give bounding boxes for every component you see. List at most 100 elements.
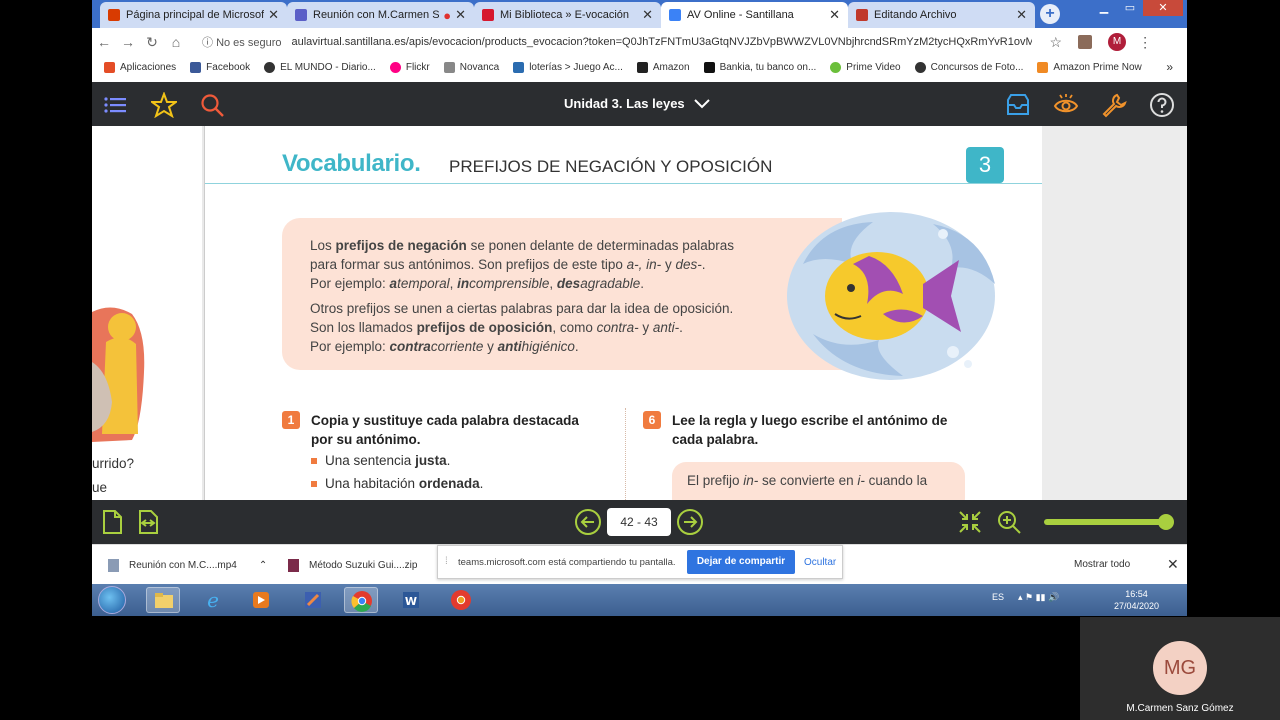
download-item[interactable]: Método Suzuki Gui....zip — [288, 559, 417, 572]
stop-sharing-button[interactable]: Dejar de compartir — [687, 550, 795, 574]
double-page-icon[interactable] — [137, 509, 159, 535]
windows-taskbar: e W ES ▴ ⚑ ▮▮ 🔊 16:54 27/04/2020 — [92, 584, 1187, 616]
tab-teams-meeting[interactable]: Reunión con M.Carmen San ● ✕ — [287, 2, 474, 28]
explorer-button[interactable] — [146, 587, 180, 613]
bookmark-label: Prime Video — [846, 61, 901, 73]
back-icon[interactable]: ← — [92, 34, 116, 50]
bookmark-novanca[interactable]: Novanca — [443, 61, 500, 73]
bookmark-label: Novanca — [459, 61, 500, 73]
zoom-in-icon[interactable] — [996, 509, 1022, 535]
exercise-item: Una sentencia justa. — [311, 453, 450, 468]
bookmark-loterias[interactable]: loterías > Juego Ac... — [513, 61, 623, 73]
start-button[interactable] — [98, 586, 126, 614]
zip-file-icon — [288, 559, 299, 572]
chevron-up-icon[interactable]: ⌃ — [259, 560, 267, 571]
menu-icon[interactable] — [102, 92, 128, 118]
close-icon[interactable]: ✕ — [642, 7, 653, 23]
drag-handle-icon[interactable]: ⁞ — [445, 556, 448, 567]
bookmark-facebook[interactable]: Facebook — [190, 61, 250, 73]
media-player-button[interactable] — [244, 587, 278, 613]
bookmark-star-icon[interactable]: ☆ — [1050, 34, 1063, 51]
extension-icon[interactable] — [1078, 35, 1093, 49]
security-indicator[interactable]: ⓘ No es seguro — [202, 34, 282, 50]
tab-biblioteca[interactable]: Mi Biblioteca » E-vocación ✕ — [474, 2, 661, 28]
bookmark-flickr[interactable]: Flickr — [389, 61, 430, 73]
svg-text:W: W — [405, 595, 417, 608]
help-icon[interactable] — [1149, 92, 1175, 118]
tab-santillana[interactable]: AV Online - Santillana ✕ — [661, 2, 848, 28]
bankia-icon — [703, 61, 715, 73]
wrench-icon[interactable] — [1101, 92, 1127, 118]
show-all-button[interactable]: Mostrar todo — [1074, 559, 1130, 570]
bookmark-apps[interactable]: Aplicaciones — [104, 61, 176, 73]
system-clock[interactable]: 16:54 27/04/2020 — [1114, 588, 1159, 612]
url-field[interactable]: aulavirtual.santillana.es/apis/evocacion… — [292, 36, 1032, 48]
bookmark-label: Amazon Prime Now — [1053, 61, 1142, 73]
zoom-slider[interactable] — [1044, 519, 1172, 525]
exercise-6: Lee la regla y luego escribe el antónimo… — [672, 411, 947, 449]
tab-microsoft[interactable]: Página principal de Microsoft O ✕ — [100, 2, 287, 28]
more-bookmarks-icon[interactable]: » — [1166, 60, 1173, 74]
bookmark-primenow[interactable]: Amazon Prime Now — [1037, 61, 1142, 73]
download-item[interactable]: Reunión con M.C....mp4 ⌃ — [108, 559, 267, 572]
viewer-toolbar: Unidad 3. Las leyes — [92, 82, 1187, 126]
page-margin — [1042, 126, 1187, 500]
zoom-slider-handle[interactable] — [1157, 514, 1174, 530]
chrome-button[interactable] — [344, 587, 378, 613]
chevron-down-icon[interactable] — [692, 94, 712, 114]
profile-avatar[interactable]: M — [1108, 33, 1127, 51]
tray-icons[interactable]: ▴ ⚑ ▮▮ 🔊 — [1018, 592, 1059, 603]
ie-button[interactable]: e — [196, 587, 230, 613]
next-page-icon[interactable] — [676, 508, 704, 536]
bookmark-primevideo[interactable]: Prime Video — [830, 61, 901, 73]
unit-title[interactable]: Unidad 3. Las leyes — [564, 96, 685, 111]
play-icon — [669, 9, 681, 21]
new-tab-button[interactable]: + — [1040, 4, 1060, 24]
chrome-icon — [351, 591, 372, 612]
exercise-number: 6 — [643, 411, 661, 429]
window-close-icon[interactable]: ✕ — [1143, 0, 1183, 16]
title-divider — [205, 183, 1043, 184]
amazon-icon — [636, 61, 648, 73]
eye-icon[interactable] — [1053, 92, 1079, 118]
viewer-bottom-bar: 42 - 43 — [92, 500, 1187, 544]
close-icon[interactable]: ✕ — [1016, 7, 1027, 23]
page-indicator[interactable]: 42 - 43 — [607, 508, 671, 536]
search-icon[interactable] — [199, 92, 225, 118]
maximize-icon[interactable]: ▭ — [1117, 0, 1143, 16]
inbox-icon[interactable] — [1005, 92, 1031, 118]
star-icon[interactable] — [151, 92, 177, 118]
home-icon[interactable]: ⌂ — [164, 34, 188, 50]
bookmark-concursos[interactable]: Concursos de Foto... — [914, 61, 1023, 73]
participant-tile: MG M.Carmen Sanz Gómez — [1080, 617, 1280, 720]
video-file-icon — [108, 559, 119, 572]
teams-icon — [295, 9, 307, 21]
exercise-number: 1 — [282, 411, 300, 429]
bookmark-amazon[interactable]: Amazon — [636, 61, 690, 73]
bookmark-elmundo[interactable]: EL MUNDO - Diario... — [264, 61, 376, 73]
minimize-icon[interactable]: ▁ — [1091, 0, 1117, 16]
browser-menu-icon[interactable]: ⋮ — [1138, 34, 1152, 51]
forward-icon[interactable]: → — [116, 34, 140, 50]
page-icon[interactable] — [101, 509, 123, 535]
tab-editando[interactable]: Editando Archivo ✕ — [848, 2, 1035, 28]
office-icon — [108, 9, 120, 21]
paint-button[interactable] — [296, 587, 330, 613]
language-indicator[interactable]: ES — [992, 592, 1004, 602]
edit-icon — [856, 9, 868, 21]
previous-page-icon[interactable] — [574, 508, 602, 536]
close-icon[interactable]: ✕ — [829, 7, 840, 23]
fit-screen-icon[interactable] — [958, 510, 982, 534]
tab-label: Mi Biblioteca » E-vocación — [500, 9, 630, 21]
chrome-alt-button[interactable] — [444, 587, 478, 613]
participant-avatar: MG — [1153, 641, 1207, 695]
bookmark-bankia[interactable]: Bankia, tu banco on... — [703, 61, 816, 73]
close-icon[interactable]: ✕ — [268, 7, 279, 23]
close-icon[interactable]: ✕ — [455, 7, 466, 23]
word-button[interactable]: W — [394, 587, 428, 613]
hide-button[interactable]: Ocultar — [804, 557, 836, 568]
close-icon[interactable]: ✕ — [1167, 556, 1179, 573]
camera-icon — [443, 61, 455, 73]
column-divider — [625, 408, 626, 500]
reload-icon[interactable]: ↻ — [140, 34, 164, 51]
